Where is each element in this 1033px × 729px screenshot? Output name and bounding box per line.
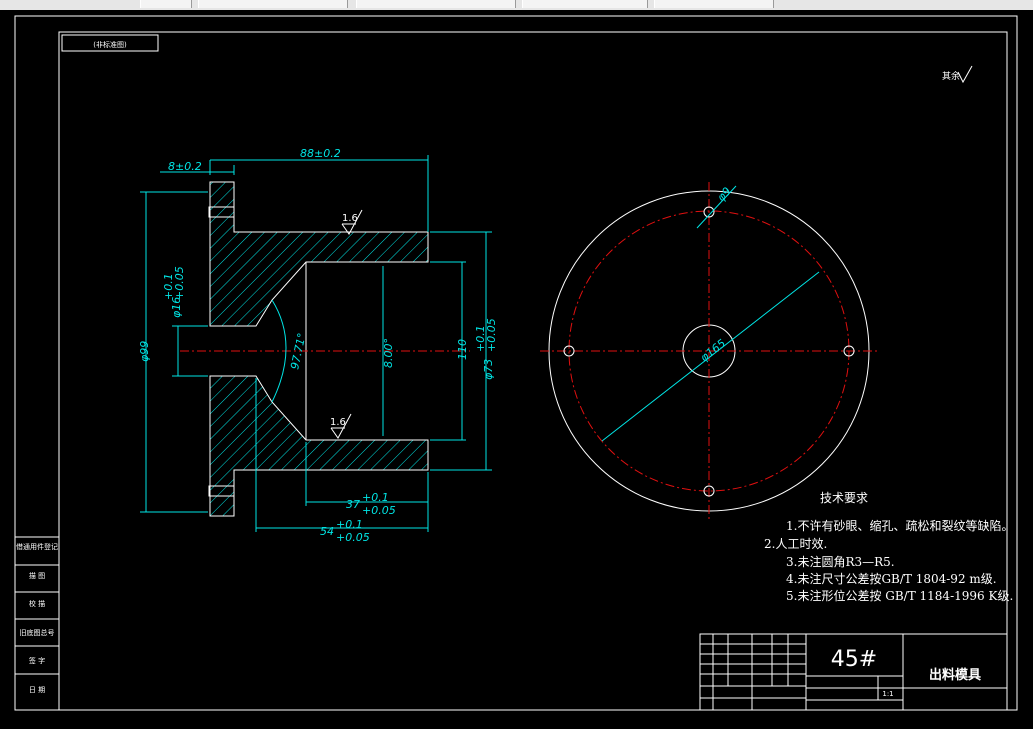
drawing-canvas[interactable]: (非标准图) 其余 8±0.2 88±0.2 φ99 φ16 +0.1 +0.0…: [0, 10, 1033, 729]
dim-54-tol-up: +0.1: [336, 518, 363, 531]
inner-border: [58, 31, 1008, 711]
dim-110: 110: [456, 339, 469, 360]
roughness-symbol: [957, 65, 973, 84]
title-scale: 1:1: [882, 690, 893, 698]
dim-inner: 8.00°: [382, 338, 395, 368]
section-lower-wall: [209, 375, 429, 517]
dim-length: 88±0.2: [300, 147, 341, 160]
top-left-label: (非标准图): [93, 40, 127, 49]
dim-73-tol-low: +0.05: [485, 318, 498, 352]
tech-item: 1.不许有砂眼、缩孔、疏松和裂纹等缺陷。: [786, 518, 1013, 533]
dim-hole: φ9: [715, 185, 734, 204]
strip-cell: 校 描: [29, 599, 45, 608]
strip-cell: 签 字: [29, 656, 45, 665]
outer-border: [14, 15, 1018, 711]
taskbar-tab[interactable]: [654, 0, 774, 8]
dim-37-tol-low: +0.05: [362, 504, 396, 517]
dim-54: 54: [320, 525, 334, 538]
dim-54-tol-low: +0.05: [336, 531, 370, 544]
title-part-name: 出料模具: [929, 667, 981, 683]
roughness-top: 1.6: [342, 213, 358, 224]
dim-bore-tol-low: +0.05: [173, 266, 186, 300]
dim-37-tol-up: +0.1: [362, 491, 389, 504]
title-block: 45# 出料模具 1:1: [699, 633, 1008, 711]
roughness-bottom: 1.6: [330, 417, 346, 428]
section-view: 8±0.2 88±0.2 φ99 φ16 +0.1 +0.05 97.71° 8…: [138, 147, 498, 544]
strip-cell: 描 图: [29, 571, 45, 580]
tech-item: 5.未注形位公差按 GB/T 1184-1996 K级.: [786, 588, 1013, 603]
left-strip: 借通用件登记 旧底图总号 描 图 校 描 签 字 日 期: [14, 536, 60, 711]
cad-drawing: (非标准图) 其余 8±0.2 88±0.2 φ99 φ16 +0.1 +0.0…: [14, 15, 1018, 711]
strip-cell: 旧底图总号: [20, 628, 55, 637]
tech-item: 4.未注尺寸公差按GB/T 1804-92 m级.: [786, 571, 997, 586]
dim-73: φ73: [482, 359, 495, 380]
section-upper-wall: [209, 181, 429, 327]
dim-flange-thk: 8±0.2: [168, 160, 202, 173]
strip-cell: 日 期: [29, 686, 45, 694]
roughness-note: 其余: [942, 70, 960, 82]
title-material: 45#: [831, 647, 877, 672]
strip-cell: 借通用件登记: [16, 542, 58, 551]
tech-title: 技术要求: [820, 491, 868, 505]
tech-requirements: 技术要求 1.不许有砂眼、缩孔、疏松和裂纹等缺陷。 2.人工时效. 3.未注圆角…: [764, 491, 1013, 603]
taskbar-tab[interactable]: [356, 0, 516, 8]
taskbar-tab[interactable]: [140, 0, 192, 8]
tech-item: 3.未注圆角R3—R5.: [786, 554, 895, 569]
tech-item: 2.人工时效.: [764, 536, 827, 551]
taskbar-tab[interactable]: [198, 0, 348, 8]
dim-outer: φ99: [138, 341, 151, 362]
taskbar-tab[interactable]: [522, 0, 648, 8]
plan-view: φ165 φ9: [540, 182, 880, 520]
dim-37: 37: [346, 498, 360, 511]
